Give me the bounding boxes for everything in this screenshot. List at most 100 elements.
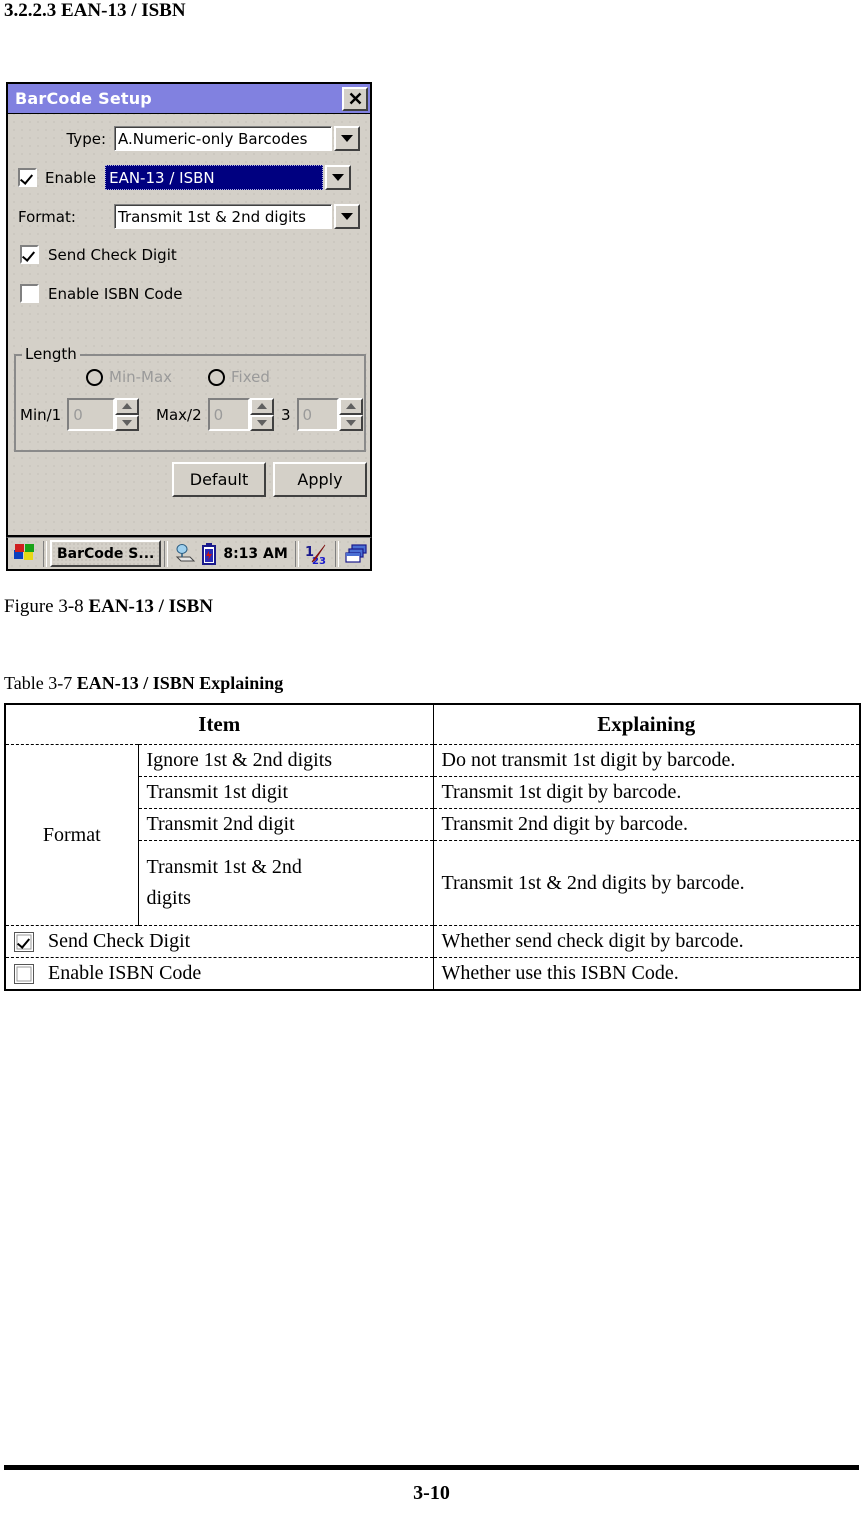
format-option-explaining: Do not transmit 1st digit by barcode. <box>432 744 862 777</box>
taskbar-divider <box>43 540 47 567</box>
dialog-client-area: Type: A.Numeric-only Barcodes Enable EAN… <box>8 114 370 535</box>
symbology-combobox-value[interactable]: EAN-13 / ISBN <box>105 165 324 190</box>
spin-up-icon[interactable] <box>115 398 140 415</box>
pc-connection-icon[interactable] <box>174 543 196 564</box>
desktop-windows-icon[interactable] <box>345 543 369 564</box>
radio-min-max-icon[interactable] <box>86 368 103 386</box>
input-panel-icon[interactable]: 1 23 <box>305 543 329 565</box>
format-group-label: Format <box>4 744 139 926</box>
max-input[interactable]: 0 <box>207 398 250 431</box>
close-icon[interactable] <box>342 86 368 111</box>
third-input[interactable]: 0 <box>296 398 339 431</box>
enable-checkbox[interactable] <box>18 168 37 187</box>
figure-pda-screenshot: BarCode Setup Type: A.Numeric-only Barco… <box>6 82 378 579</box>
format-combobox-value[interactable]: Transmit 1st & 2nd digits <box>114 204 332 229</box>
type-combobox[interactable]: A.Numeric-only Barcodes <box>114 126 362 151</box>
send-check-digit-item-label: Send Check Digit <box>48 930 191 952</box>
barcode-setup-dialog: BarCode Setup Type: A.Numeric-only Barco… <box>6 82 372 537</box>
table-caption: Table 3-7 EAN-13 / ISBN Explaining <box>4 673 283 694</box>
table-row: Format Ignore 1st & 2nd digits Do not tr… <box>4 744 862 926</box>
table-caption-prefix: Table 3-7 <box>4 673 77 693</box>
third-field-group: 3 0 <box>281 398 363 431</box>
format-option-item-selected: Transmit 1st & 2nd digits <box>137 840 434 926</box>
max-label: Max/2 <box>156 405 202 424</box>
radio-fixed[interactable]: Fixed <box>208 368 270 386</box>
explaining-table: Item Explaining Format Ignore 1st & 2nd … <box>3 703 862 991</box>
send-check-digit-checkbox[interactable] <box>20 245 39 264</box>
column-header-item: Item <box>3 703 434 745</box>
chevron-down-icon[interactable] <box>334 204 360 229</box>
battery-icon[interactable] <box>202 542 217 565</box>
min-field-group: Min/1 0 <box>20 398 140 431</box>
format-option-item: Transmit 1st digit <box>137 776 434 809</box>
spin-down-icon[interactable] <box>338 414 363 431</box>
format-combobox[interactable]: Transmit 1st & 2nd digits <box>114 204 362 229</box>
min-spin-buttons[interactable] <box>115 398 140 431</box>
dialog-title: BarCode Setup <box>15 89 152 108</box>
enable-isbn-explaining: Whether use this ISBN Code. <box>432 957 862 991</box>
enable-isbn-row[interactable]: Enable ISBN Code <box>20 284 183 303</box>
format-option-explaining: Transmit 2nd digit by barcode. <box>432 808 862 841</box>
task-button-barcode-setup[interactable]: BarCode S... <box>50 540 162 567</box>
min-label: Min/1 <box>20 405 62 424</box>
chevron-down-icon[interactable] <box>334 126 360 151</box>
enable-row: Enable EAN-13 / ISBN <box>18 165 362 190</box>
start-icon[interactable] <box>10 540 40 568</box>
send-check-digit-cell: Send Check Digit <box>3 925 434 958</box>
chevron-down-icon[interactable] <box>325 165 352 190</box>
apply-button[interactable]: Apply <box>273 462 367 497</box>
taskbar-divider <box>294 540 299 567</box>
format-option-item-selected-text: Transmit 1st & 2nd digits <box>146 856 302 909</box>
send-check-digit-explaining: Whether send check digit by barcode. <box>432 925 862 958</box>
max-spinner[interactable]: 0 <box>207 398 274 431</box>
format-row: Format: Transmit 1st & 2nd digits <box>18 204 362 229</box>
length-group-title: Length <box>22 345 80 363</box>
send-check-digit-checkbox-icon <box>14 931 34 952</box>
taskbar-divider <box>164 540 169 567</box>
min-input[interactable]: 0 <box>67 398 116 431</box>
send-check-digit-row[interactable]: Send Check Digit <box>20 245 177 264</box>
page-number: 3-10 <box>413 1482 450 1504</box>
enable-isbn-label: Enable ISBN Code <box>48 284 183 303</box>
enable-isbn-checkbox[interactable] <box>20 284 39 303</box>
type-label: Type: <box>66 129 106 148</box>
enable-isbn-cell: Enable ISBN Code <box>3 957 434 991</box>
enable-label: Enable <box>45 168 97 187</box>
min-spinner[interactable]: 0 <box>67 398 140 431</box>
format-option-item: Ignore 1st & 2nd digits <box>137 744 434 777</box>
format-option-item: Transmit 2nd digit <box>137 808 434 841</box>
send-check-digit-label: Send Check Digit <box>48 245 177 264</box>
table-caption-title: EAN-13 / ISBN Explaining <box>76 673 284 693</box>
figure-caption-prefix: Figure 3-8 <box>4 596 89 617</box>
radio-min-max[interactable]: Min-Max <box>86 368 172 386</box>
spin-up-icon[interactable] <box>338 398 363 415</box>
spin-up-icon[interactable] <box>249 398 274 415</box>
length-groupbox: Length Min-Max Fixed Min/1 0 Max/2 0 3 0 <box>14 345 366 452</box>
third-spinner[interactable]: 0 <box>296 398 363 431</box>
third-label: 3 <box>281 405 291 424</box>
spin-down-icon[interactable] <box>249 414 274 431</box>
spin-down-icon[interactable] <box>115 414 140 431</box>
type-combobox-value[interactable]: A.Numeric-only Barcodes <box>114 126 332 151</box>
table-row: Send Check Digit Whether send check digi… <box>3 925 862 958</box>
type-row: Type: A.Numeric-only Barcodes <box>18 126 362 151</box>
taskbar: BarCode S... 8:13 AM 1 23 <box>6 537 372 571</box>
radio-fixed-icon[interactable] <box>208 368 225 386</box>
table-row: Enable ISBN Code Whether use this ISBN C… <box>3 957 862 991</box>
taskbar-clock: 8:13 AM <box>223 545 288 562</box>
figure-caption-title: EAN-13 / ISBN <box>88 596 214 617</box>
taskbar-divider <box>334 540 339 567</box>
symbology-combobox[interactable]: EAN-13 / ISBN <box>105 165 353 190</box>
third-spin-buttons[interactable] <box>338 398 363 431</box>
section-heading: 3.2.2.3 EAN-13 / ISBN <box>4 0 186 21</box>
dialog-titlebar: BarCode Setup <box>8 84 370 114</box>
max-spin-buttons[interactable] <box>249 398 274 431</box>
format-option-explaining: Transmit 1st digit by barcode. <box>432 776 862 809</box>
enable-isbn-checkbox-icon <box>14 963 34 984</box>
format-option-explaining: Transmit 1st & 2nd digits by barcode. <box>432 840 862 926</box>
max-field-group: Max/2 0 <box>156 398 274 431</box>
radio-fixed-label: Fixed <box>231 368 270 386</box>
default-button[interactable]: Default <box>172 462 266 497</box>
format-label: Format: <box>18 207 76 226</box>
column-header-explaining: Explaining <box>432 703 862 745</box>
